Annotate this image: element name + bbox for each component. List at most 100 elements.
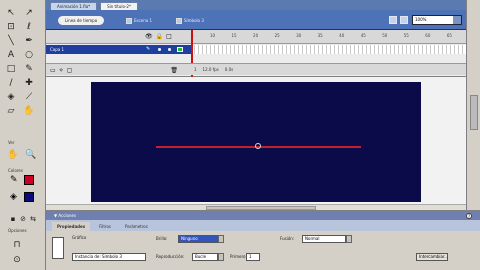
zoom-select[interactable]: 100%: [412, 15, 462, 25]
document-tabs-bar: Animación 1.fla* Sin título-2*: [46, 0, 466, 10]
eye-icon[interactable]: 👁: [145, 33, 153, 40]
timeline-toggle-button[interactable]: Linea de tiempo: [58, 16, 104, 25]
brush-tool-icon[interactable]: ∕: [4, 76, 18, 89]
view-section-label: Ver: [8, 140, 15, 145]
selection-tool-icon[interactable]: ↖: [4, 6, 18, 19]
frame-rate: 12.0 fps: [202, 67, 219, 72]
subselection-tool-icon[interactable]: ↗: [22, 6, 36, 19]
zoom-tool-icon[interactable]: 🔍: [24, 148, 38, 161]
stroke-color-swatch[interactable]: [24, 175, 34, 185]
pen-tool-icon[interactable]: ✒: [22, 34, 36, 47]
properties-tabs: Propiedades Filtros Parámetros: [46, 220, 480, 231]
properties-panel: ▼ Acciones Propiedades Filtros Parámetro…: [46, 210, 480, 270]
insert-folder-icon[interactable]: ▢: [67, 67, 73, 74]
ruler-tick: 35: [317, 33, 323, 38]
brightness-label: Brillo:: [156, 236, 168, 241]
right-scrollbar[interactable]: [466, 0, 480, 210]
ruler-tick: 50: [382, 33, 388, 38]
tool-grid: ↖ ↗ ⊡ ℓ ╲ ✒ A ○ □ ✎ ∕ ✚ ◈ ⟋ ▱ ✋: [4, 6, 36, 117]
blend-select[interactable]: Normal: [302, 235, 346, 243]
tab-parameters[interactable]: Parámetros: [120, 222, 153, 231]
ruler-tick: 20: [253, 33, 259, 38]
frame-ruler[interactable]: 5 10 15 20 25 30 35 40 45 50 55 60 65: [191, 33, 452, 38]
stage-area: [46, 77, 466, 210]
first-frame-field[interactable]: 1: [246, 253, 260, 261]
text-tool-icon[interactable]: A: [4, 48, 18, 61]
lasso-tool-icon[interactable]: ℓ: [22, 20, 36, 33]
layer-frames[interactable]: [191, 45, 466, 54]
colors-box: ✎ ◈: [10, 175, 38, 209]
timeline-footer: ▭ ✧ ▢ 🗑 1 12.0 fps 0.0s: [46, 63, 466, 75]
hand-tool-icon[interactable]: ✋: [22, 104, 36, 117]
first-frame-label: Primero:: [230, 254, 247, 259]
delete-layer-icon[interactable]: 🗑: [170, 67, 178, 74]
layer-visibility-dot[interactable]: [158, 48, 161, 51]
doc-tab-2[interactable]: Sin título-2*: [100, 2, 138, 10]
breadcrumb-scene-label: Escena 1: [134, 18, 153, 23]
breadcrumb-symbol[interactable]: Símbolo 3: [176, 16, 204, 25]
instance-field[interactable]: Instancia de: Símbolo 3: [72, 253, 146, 261]
eyedropper-tool-icon[interactable]: ⟋: [22, 90, 36, 103]
hand-view-icon[interactable]: ✋: [6, 148, 20, 161]
swap-symbol-button[interactable]: Intercambiar...: [416, 253, 448, 261]
breadcrumb-scene[interactable]: Escena 1: [126, 16, 152, 25]
free-transform-tool-icon[interactable]: ⊡: [4, 20, 18, 33]
timeline-header: 👁 🔒 □ 5 10 15 20 25 30 35 40 45 50 55 60…: [46, 30, 466, 44]
current-frame: 1: [194, 67, 197, 72]
ruler-tick: 40: [339, 33, 345, 38]
fill-bucket-icon: ◈: [10, 192, 17, 202]
colors-section-label: Colores: [8, 168, 23, 173]
ruler-tick: 60: [425, 33, 431, 38]
add-guide-icon[interactable]: ✧: [59, 67, 64, 74]
blend-label: Fusión:: [280, 236, 295, 241]
oval-tool-icon[interactable]: ○: [22, 48, 36, 61]
paint-bucket-tool-icon[interactable]: ◈: [4, 90, 18, 103]
breadcrumb-symbol-label: Símbolo 3: [184, 18, 204, 23]
ruler-tick: 10: [209, 33, 216, 38]
ink-bottle-tool-icon[interactable]: ✚: [22, 76, 36, 89]
snap-option-icon[interactable]: ⊓: [10, 238, 24, 251]
smooth-option-icon[interactable]: ⊙: [10, 253, 24, 266]
graphic-symbol-icon: [52, 237, 64, 259]
layer-outline-box[interactable]: [177, 47, 183, 52]
edit-scene-icon[interactable]: [389, 16, 397, 24]
edit-bar-icons: [389, 16, 408, 24]
timeline-panel: 👁 🔒 □ 5 10 15 20 25 30 35 40 45 50 55 60…: [46, 30, 466, 77]
edit-symbol-icon[interactable]: [400, 16, 408, 24]
rectangle-tool-icon[interactable]: □: [4, 62, 18, 75]
layer-buttons: ▭ ✧ ▢ 🗑: [50, 67, 178, 74]
properties-body: Gráfico Instancia de: Símbolo 3 Brillo: …: [46, 231, 480, 270]
lock-icon[interactable]: 🔒: [156, 33, 163, 40]
insert-layer-icon[interactable]: ▭: [50, 67, 56, 74]
help-icon[interactable]: ?: [466, 213, 472, 219]
swap-colors-icon[interactable]: ⇆: [26, 212, 40, 225]
layer-toggle-icons: 👁 🔒 □: [145, 33, 172, 40]
loop-label: Reproducción:: [156, 254, 185, 259]
stroke-pencil-icon: ✎: [10, 175, 18, 185]
loop-select[interactable]: Bucle: [192, 253, 218, 261]
edit-bar: Linea de tiempo Escena 1 Símbolo 3 100%: [46, 10, 466, 30]
graphic-type-label: Gráfico: [72, 235, 87, 240]
layer-edit-pencil-icon: ✎: [146, 46, 151, 52]
outline-icon[interactable]: □: [166, 33, 172, 40]
registration-point: [255, 143, 261, 149]
loop-dropdown-button[interactable]: [218, 253, 224, 261]
ruler-tick: 25: [274, 33, 280, 38]
pencil-tool-icon[interactable]: ✎: [22, 62, 36, 75]
layer-row[interactable]: Capa 1 ✎: [46, 45, 191, 54]
blend-dropdown-button[interactable]: [346, 235, 352, 243]
tab-filters[interactable]: Filtros: [94, 222, 116, 231]
right-scrollbar-thumb[interactable]: [470, 95, 478, 130]
fill-color-swatch[interactable]: [24, 192, 34, 202]
tab-properties[interactable]: Propiedades: [52, 222, 91, 231]
doc-tab-1[interactable]: Animación 1.fla*: [50, 2, 98, 10]
actions-panel-header[interactable]: ▼ Acciones: [46, 211, 480, 220]
layer-lock-dot[interactable]: [168, 48, 171, 51]
line-tool-icon[interactable]: ╲: [4, 34, 18, 47]
eraser-tool-icon[interactable]: ▱: [4, 104, 18, 117]
brightness-select[interactable]: Ninguno: [178, 235, 218, 243]
stage-canvas[interactable]: [91, 82, 421, 202]
ruler-tick: 15: [231, 33, 237, 38]
brightness-dropdown-button[interactable]: [218, 235, 224, 243]
ruler-tick: 30: [296, 33, 302, 38]
